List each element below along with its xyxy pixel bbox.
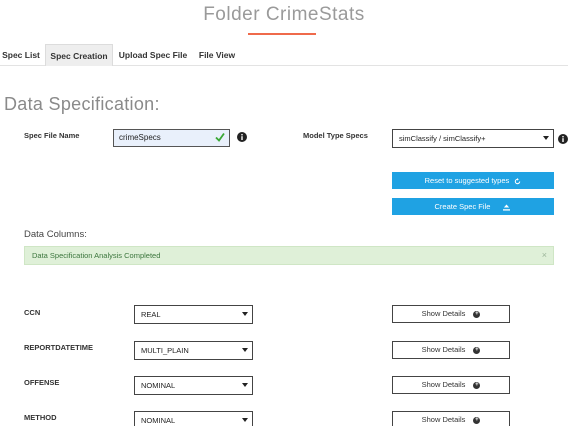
data-columns-heading: Data Columns: (24, 229, 87, 240)
show-details-label: Show Details (421, 345, 466, 354)
plus-circle-icon: + (473, 416, 481, 424)
spec-file-name-label: Spec File Name (24, 131, 80, 140)
show-details-button[interactable]: Show Details + (392, 305, 510, 323)
column-type-value: NOMINAL (141, 416, 176, 425)
column-type-select[interactable]: NOMINAL (134, 376, 253, 395)
column-type-select[interactable]: MULTI_PLAIN (134, 341, 253, 360)
show-details-label: Show Details (421, 415, 466, 424)
caret-down-icon (543, 136, 549, 140)
close-icon[interactable]: × (542, 247, 547, 264)
tab-spec-list[interactable]: Spec List (0, 44, 42, 66)
show-details-button[interactable]: Show Details + (392, 341, 510, 359)
create-button-label: Create Spec File (434, 202, 491, 211)
column-type-select[interactable]: REAL (134, 305, 253, 324)
model-type-specs-label: Model Type Specs (303, 131, 368, 140)
tab-spec-creation[interactable]: Spec Creation (45, 44, 113, 66)
reset-suggested-types-button[interactable]: Reset to suggested types (392, 172, 554, 189)
column-type-value: REAL (141, 310, 161, 319)
success-alert: Data Specification Analysis Completed × (24, 246, 554, 265)
column-type-value: MULTI_PLAIN (141, 346, 189, 355)
caret-down-icon (242, 418, 248, 422)
caret-down-icon (242, 348, 248, 352)
column-name: METHOD (24, 413, 57, 422)
column-name: OFFENSE (24, 378, 60, 387)
reset-button-label: Reset to suggested types (424, 176, 510, 185)
model-type-value: simClassify / simClassify+ (399, 134, 486, 143)
plus-circle-icon: + (473, 381, 481, 389)
alert-message: Data Specification Analysis Completed (32, 251, 161, 260)
plus-circle-icon: + (473, 346, 481, 354)
info-icon[interactable] (558, 134, 568, 144)
column-type-value: NOMINAL (141, 381, 176, 390)
plus-circle-icon: + (473, 310, 481, 318)
upload-icon (503, 203, 511, 211)
column-type-select[interactable]: NOMINAL (134, 411, 253, 426)
model-type-select[interactable]: simClassify / simClassify+ (392, 129, 554, 148)
show-details-label: Show Details (421, 380, 466, 389)
tab-bar: Spec List Spec Creation Upload Spec File… (0, 44, 568, 66)
caret-down-icon (242, 312, 248, 316)
show-details-button[interactable]: Show Details + (392, 376, 510, 394)
page-title: Folder CrimeStats (203, 4, 365, 25)
column-name: REPORTDATETIME (24, 343, 94, 352)
refresh-icon (515, 177, 521, 184)
create-spec-file-button[interactable]: Create Spec File (392, 198, 554, 215)
tab-upload-spec-file[interactable]: Upload Spec File (117, 44, 189, 66)
tab-file-view[interactable]: File View (194, 44, 240, 66)
spec-file-name-input[interactable]: crimeSpecs (113, 129, 230, 147)
title-underline (248, 33, 316, 35)
caret-down-icon (242, 383, 248, 387)
column-name: CCN (24, 308, 41, 317)
check-icon (215, 132, 225, 142)
section-title: Data Specification: (4, 94, 160, 114)
show-details-button[interactable]: Show Details + (392, 411, 510, 426)
info-icon[interactable] (237, 132, 247, 142)
show-details-label: Show Details (421, 309, 466, 318)
